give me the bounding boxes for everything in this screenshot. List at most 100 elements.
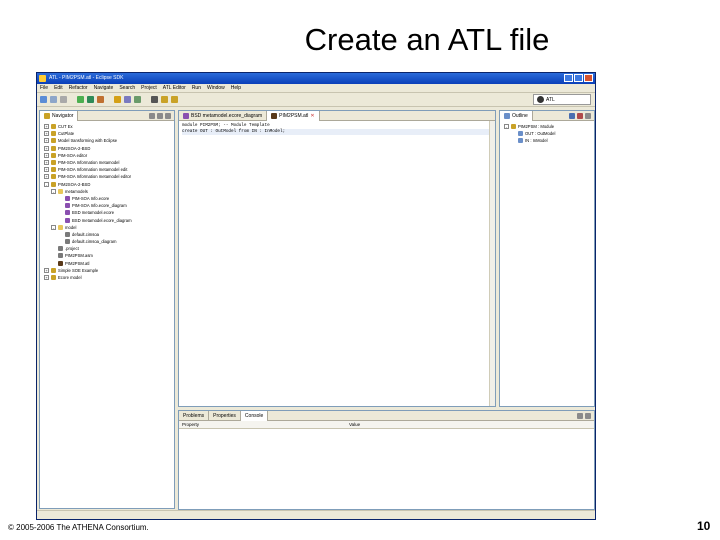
- editor-scrollbar[interactable]: [489, 121, 495, 406]
- expand-toggle-icon[interactable]: -: [504, 124, 509, 130]
- item-icon: [58, 260, 63, 266]
- tree-item[interactable]: + Ecore model: [44, 274, 174, 281]
- code-line: create OUT : OutModel from IN : InModel;: [182, 129, 492, 135]
- editor-tab[interactable]: PIM2PSM.atl ✕: [267, 111, 320, 121]
- forward-icon[interactable]: [171, 96, 178, 103]
- minimize-icon[interactable]: [585, 113, 591, 119]
- menu-refactor[interactable]: Refactor: [69, 84, 88, 92]
- expand-toggle-icon[interactable]: -: [51, 188, 56, 194]
- menu-atl-editor[interactable]: ATL Editor: [163, 84, 186, 92]
- tree-item[interactable]: - metamodels: [44, 188, 174, 195]
- outline-controls: [569, 113, 591, 119]
- tree-item[interactable]: - model: [44, 224, 174, 231]
- item-icon: [58, 253, 63, 259]
- tree-item[interactable]: + PIM-SOA Information metamodel edit: [44, 166, 174, 173]
- perspective-switcher[interactable]: ATL: [533, 94, 591, 105]
- outline-item[interactable]: OUT : OutModel: [504, 130, 594, 137]
- expand-toggle-icon[interactable]: -: [51, 224, 56, 230]
- save-icon[interactable]: [50, 96, 57, 103]
- tab-problems[interactable]: Problems: [179, 411, 210, 421]
- expand-toggle-icon[interactable]: +: [44, 174, 49, 180]
- expand-toggle-icon[interactable]: +: [44, 167, 49, 173]
- expand-toggle-icon[interactable]: +: [44, 267, 49, 273]
- tree-item-label: BSD metamodel.ecore: [72, 210, 115, 216]
- expand-toggle-icon[interactable]: +: [44, 160, 49, 166]
- column-property[interactable]: Property: [179, 421, 346, 428]
- filter-icon[interactable]: [577, 113, 583, 119]
- tree-item[interactable]: + PIM-SOA editor: [44, 152, 174, 159]
- tree-item[interactable]: + PIM-SOA Information metamodel editor: [44, 173, 174, 180]
- search-icon[interactable]: [124, 96, 131, 103]
- minimize-icon[interactable]: [577, 413, 583, 419]
- item-icon: [65, 239, 70, 245]
- tree-item[interactable]: PIM2PSM.asm: [44, 252, 174, 259]
- open-type-icon[interactable]: [114, 96, 121, 103]
- atl-perspective-icon: [537, 96, 544, 103]
- new-icon[interactable]: [40, 96, 47, 103]
- menu-file[interactable]: File: [40, 84, 48, 92]
- tab-outline[interactable]: Outline: [500, 111, 533, 121]
- tree-item[interactable]: + PIM-SOA Information metamodel: [44, 159, 174, 166]
- run-icon[interactable]: [87, 96, 94, 103]
- open-task-icon[interactable]: [134, 96, 141, 103]
- menu-edit[interactable]: Edit: [54, 84, 63, 92]
- column-value[interactable]: Value: [346, 421, 360, 428]
- tab-navigator[interactable]: Navigator: [40, 111, 79, 121]
- navigator-controls: [149, 113, 171, 119]
- item-icon: [58, 224, 63, 230]
- tree-item-label: PIM-SOA Information metamodel edit: [58, 167, 128, 173]
- sort-icon[interactable]: [569, 113, 575, 119]
- tree-item[interactable]: - PIM2SOA-2-BSD: [44, 181, 174, 188]
- outline-item[interactable]: - PIM2PSM : Module: [504, 123, 594, 130]
- expand-toggle-icon[interactable]: +: [44, 124, 49, 130]
- tree-item[interactable]: PIM-SOA Info.ecore_diagram: [44, 202, 174, 209]
- tab-properties[interactable]: Properties: [209, 411, 241, 421]
- collapse-all-icon[interactable]: [157, 113, 163, 119]
- tree-item[interactable]: + PIM2SOA-2-BSD: [44, 145, 174, 152]
- tree-item[interactable]: + Model transforming with Eclipse: [44, 137, 174, 144]
- atl-editor[interactable]: module PIM2PSM; -- Module Template create…: [179, 121, 495, 137]
- tree-item-label: PIM-SOA Information metamodel: [58, 160, 120, 166]
- tree-item[interactable]: PIM-SOA Info.ecore: [44, 195, 174, 202]
- expand-toggle-icon[interactable]: +: [44, 275, 49, 281]
- menu-project[interactable]: Project: [141, 84, 157, 92]
- tree-item[interactable]: PIM2PSM.atl: [44, 260, 174, 267]
- item-icon: [51, 167, 56, 173]
- menu-help[interactable]: Help: [231, 84, 241, 92]
- back-icon[interactable]: [149, 113, 155, 119]
- maximize-icon[interactable]: [574, 74, 583, 82]
- minimize-icon[interactable]: [564, 74, 573, 82]
- expand-toggle-icon[interactable]: +: [44, 152, 49, 158]
- back-icon[interactable]: [161, 96, 168, 103]
- tree-item[interactable]: BSD metamodel.ecore: [44, 209, 174, 216]
- maximize-icon[interactable]: [585, 413, 591, 419]
- bottom-tab-label: Properties: [213, 412, 236, 419]
- menu-search[interactable]: Search: [119, 84, 135, 92]
- close-icon[interactable]: [584, 74, 593, 82]
- external-tools-icon[interactable]: [97, 96, 104, 103]
- expand-toggle-icon[interactable]: +: [44, 145, 49, 151]
- expand-toggle-icon[interactable]: +: [44, 138, 49, 144]
- minimize-icon[interactable]: [165, 113, 171, 119]
- navigator-tab-label: Navigator: [52, 112, 74, 119]
- tree-item[interactable]: BSD metamodel.ecore_diagram: [44, 216, 174, 223]
- menu-run[interactable]: Run: [192, 84, 201, 92]
- debug-icon[interactable]: [77, 96, 84, 103]
- close-tab-icon[interactable]: ✕: [310, 111, 314, 121]
- menu-window[interactable]: Window: [207, 84, 225, 92]
- tree-item[interactable]: + CutPlate: [44, 130, 174, 137]
- expand-toggle-icon[interactable]: -: [44, 181, 49, 187]
- tree-item[interactable]: + Simple SOE Example: [44, 267, 174, 274]
- print-icon[interactable]: [60, 96, 67, 103]
- tree-item[interactable]: default.cimsoa_diagram: [44, 238, 174, 245]
- tree-item[interactable]: default.cimsoa: [44, 231, 174, 238]
- tab-console[interactable]: Console: [240, 411, 269, 421]
- tree-item[interactable]: + CUT Ex: [44, 123, 174, 130]
- editor-tab[interactable]: BSD metamodel.ecore_diagram: [179, 111, 268, 121]
- annotation-icon[interactable]: [151, 96, 158, 103]
- tree-item[interactable]: .project: [44, 245, 174, 252]
- menu-navigate[interactable]: Navigate: [94, 84, 114, 92]
- expand-toggle-icon[interactable]: +: [44, 131, 49, 137]
- outline-item[interactable]: IN : InModel: [504, 137, 594, 144]
